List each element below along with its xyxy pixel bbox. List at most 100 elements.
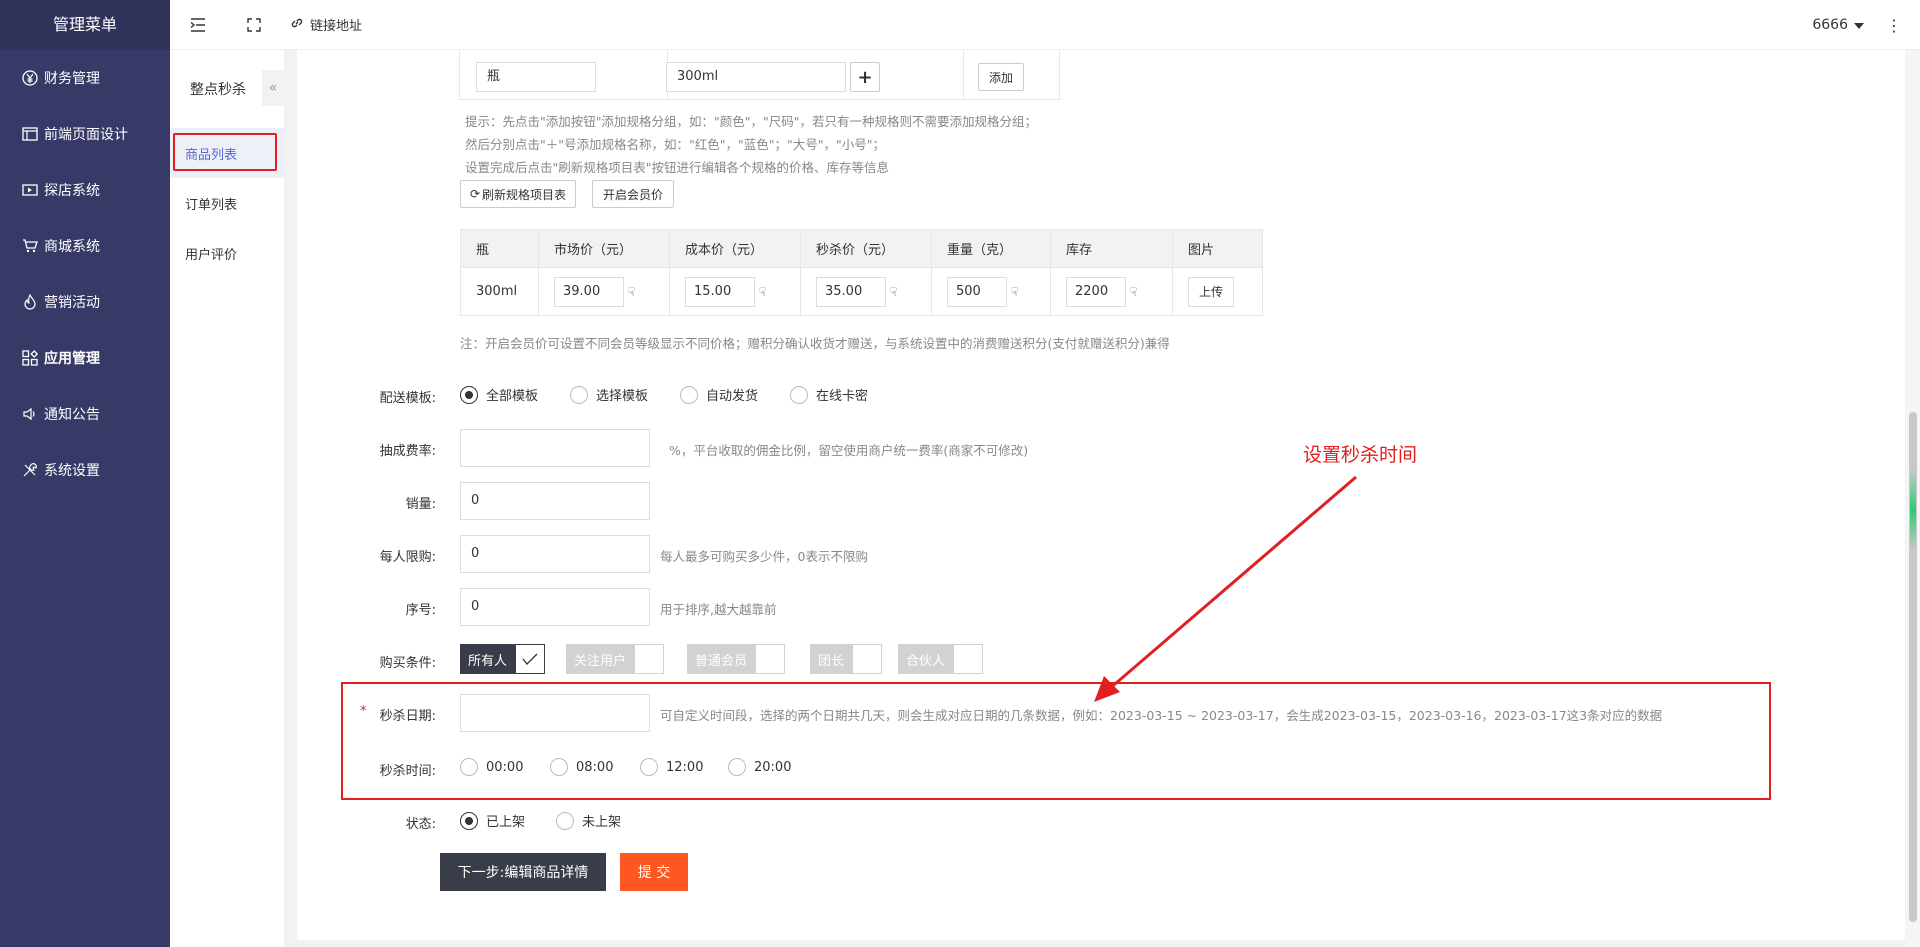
sidebar-item-mall[interactable]: 商城系统 bbox=[0, 218, 170, 274]
table-header: 库存 bbox=[1050, 229, 1173, 268]
menu-fold-icon[interactable] bbox=[170, 0, 226, 50]
status-on-shelf[interactable]: 已上架 bbox=[460, 811, 525, 830]
condition-tag-all[interactable]: 所有人 bbox=[460, 644, 546, 674]
sidebar-item-finance[interactable]: 财务管理 bbox=[0, 50, 170, 106]
radio-checked-icon bbox=[460, 385, 478, 404]
fill-down-icon[interactable]: ☟ bbox=[890, 285, 897, 299]
table-row: 300ml 39.00 ☟ 15.00 ☟ 35.00 ☟ 500 ☟ 2200 ☟ 上传 bbox=[460, 267, 1263, 316]
page-scrollbar[interactable] bbox=[1906, 50, 1920, 947]
delivery-option-select[interactable]: 选择模板 bbox=[570, 385, 648, 404]
delivery-option-all[interactable]: 全部模板 bbox=[460, 385, 538, 404]
next-step-button[interactable]: 下一步:编辑商品详情 bbox=[440, 853, 606, 891]
condition-tag-member[interactable]: 普通会员 bbox=[687, 644, 786, 674]
radio-icon bbox=[570, 385, 588, 404]
divider bbox=[963, 50, 964, 100]
radio-icon bbox=[680, 385, 698, 404]
annotation-arrow bbox=[1094, 475, 1357, 702]
subnav-item-product-list[interactable]: 商品列表 bbox=[170, 128, 284, 178]
scroll-indicator bbox=[1910, 470, 1916, 550]
limit-label: 每人限购: bbox=[379, 550, 436, 565]
sidebar-item-settings[interactable]: 系统设置 bbox=[0, 442, 170, 498]
highlight-box bbox=[341, 682, 1771, 800]
sales-label: 销量: bbox=[405, 497, 436, 512]
table-header-row: 瓶 市场价（元） 成本价（元） 秒杀价（元） 重量（克） 库存 图片 bbox=[460, 229, 1263, 268]
sidebar-item-label: 探店系统 bbox=[44, 183, 100, 199]
video-icon bbox=[20, 180, 40, 200]
table-header: 瓶 bbox=[460, 229, 539, 268]
sidebar-item-label: 系统设置 bbox=[44, 463, 100, 479]
order-input[interactable]: 0 bbox=[460, 588, 650, 626]
highlight-box bbox=[173, 133, 277, 171]
layout-icon bbox=[20, 124, 40, 144]
weight-input[interactable]: 500 bbox=[947, 276, 1007, 307]
radio-icon bbox=[556, 811, 574, 830]
delivery-option-card[interactable]: 在线卡密 bbox=[790, 385, 868, 404]
add-spec-group-button[interactable]: 添加 bbox=[978, 63, 1024, 91]
sidebar-item-notice[interactable]: 通知公告 bbox=[0, 386, 170, 442]
market-price-input[interactable]: 39.00 bbox=[554, 276, 624, 307]
table-header: 成本价（元） bbox=[669, 229, 801, 268]
tools-icon bbox=[20, 460, 40, 480]
user-menu[interactable]: 6666 bbox=[1812, 0, 1864, 50]
refresh-spec-button[interactable]: ⟳ 刷新规格项目表 bbox=[460, 180, 576, 208]
link-address[interactable]: 链接地址 bbox=[290, 15, 362, 34]
sidebar-item-label: 前端页面设计 bbox=[44, 127, 128, 143]
spec-hint-3: 设置完成后点击"刷新规格项目表"按钮进行编辑各个规格的价格、库存等信息 bbox=[465, 160, 890, 175]
table-header: 秒杀价（元） bbox=[800, 229, 932, 268]
fill-down-icon[interactable]: ☟ bbox=[628, 285, 635, 299]
table-header: 图片 bbox=[1172, 229, 1263, 268]
spec-hint-2: 然后分别点击"＋"号添加规格名称，如："红色"，"蓝色"；"大号"，"小号"； bbox=[465, 137, 885, 152]
limit-hint: 每人最多可购买多少件，0表示不限购 bbox=[660, 549, 868, 564]
plus-icon: + bbox=[857, 66, 873, 88]
sidebar-brand: 管理菜单 bbox=[0, 0, 170, 50]
spec-name-cell: 300ml bbox=[460, 267, 539, 316]
delivery-option-auto[interactable]: 自动发货 bbox=[680, 385, 758, 404]
spec-item-input[interactable]: 300ml bbox=[666, 62, 846, 92]
stock-input[interactable]: 2200 bbox=[1066, 276, 1126, 307]
user-name: 6666 bbox=[1812, 17, 1848, 33]
check-icon bbox=[515, 644, 546, 674]
spec-group-name-input[interactable]: 瓶 bbox=[476, 62, 596, 92]
condition-tag-partner[interactable]: 合伙人 bbox=[898, 644, 984, 674]
condition-tag-leader[interactable]: 团长 bbox=[810, 644, 883, 674]
tag-label: 合伙人 bbox=[898, 644, 954, 674]
add-spec-item-button[interactable]: + bbox=[850, 62, 880, 92]
cost-price-input[interactable]: 15.00 bbox=[685, 276, 755, 307]
radio-label: 在线卡密 bbox=[816, 389, 869, 404]
collapse-icon[interactable]: « bbox=[262, 70, 284, 106]
sidebar-item-frontend-design[interactable]: 前端页面设计 bbox=[0, 106, 170, 162]
checkbox-empty bbox=[953, 644, 984, 674]
sidebar-item-label: 营销活动 bbox=[44, 295, 100, 311]
radio-label: 选择模板 bbox=[596, 389, 649, 404]
fire-icon bbox=[20, 292, 40, 312]
subnav-item-reviews[interactable]: 用户评价 bbox=[170, 228, 284, 278]
sales-input[interactable]: 0 bbox=[460, 482, 650, 520]
member-price-button[interactable]: 开启会员价 bbox=[592, 180, 674, 208]
refresh-icon: ⟳ bbox=[469, 187, 481, 201]
sidebar-item-store-visit[interactable]: 探店系统 bbox=[0, 162, 170, 218]
fill-down-icon[interactable]: ☟ bbox=[1130, 285, 1137, 299]
commission-input[interactable] bbox=[460, 429, 650, 467]
stock-cell: 2200 ☟ bbox=[1050, 267, 1173, 316]
fill-down-icon[interactable]: ☟ bbox=[1011, 285, 1018, 299]
checkbox-empty bbox=[852, 644, 883, 674]
condition-tag-followers[interactable]: 关注用户 bbox=[566, 644, 665, 674]
radio-label: 全部模板 bbox=[486, 389, 539, 404]
sidebar-item-app-management[interactable]: 应用管理 bbox=[0, 330, 170, 386]
checkbox-empty bbox=[634, 644, 665, 674]
yen-icon bbox=[20, 68, 40, 88]
upload-button[interactable]: 上传 bbox=[1188, 276, 1234, 307]
seckill-price-input[interactable]: 35.00 bbox=[816, 276, 886, 307]
tag-label: 所有人 bbox=[460, 644, 516, 674]
sidebar-item-marketing[interactable]: 营销活动 bbox=[0, 274, 170, 330]
limit-input[interactable]: 0 bbox=[460, 535, 650, 573]
submit-button[interactable]: 提 交 bbox=[620, 853, 688, 891]
subnav-item-order-list[interactable]: 订单列表 bbox=[170, 178, 284, 228]
status-off-shelf[interactable]: 未上架 bbox=[556, 811, 621, 830]
top-bar: 链接地址 6666 ⋮ bbox=[170, 0, 1920, 50]
more-vertical-icon[interactable]: ⋮ bbox=[1886, 0, 1902, 50]
fill-down-icon[interactable]: ☟ bbox=[759, 285, 766, 299]
radio-label: 自动发货 bbox=[706, 389, 759, 404]
tag-label: 普通会员 bbox=[687, 644, 756, 674]
fullscreen-icon[interactable] bbox=[226, 0, 282, 50]
